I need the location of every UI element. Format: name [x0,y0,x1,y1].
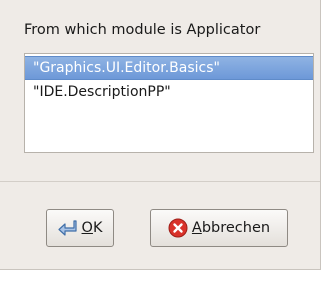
cancel-button[interactable]: Abbrechen [150,209,288,247]
red-x-cancel-icon [168,218,188,238]
list-item[interactable]: "Graphics.UI.Editor.Basics" [25,56,313,80]
list-item[interactable]: "IDE.DescriptionPP" [25,80,313,104]
enter-arrow-icon [57,219,78,237]
ok-button[interactable]: OK [46,209,114,247]
ok-label: OK [81,220,103,236]
button-area-separator [0,181,320,182]
module-choice-dialog: From which module is Applicator "Graphic… [0,0,321,270]
cancel-label: Abbrechen [191,220,271,236]
dialog-prompt: From which module is Applicator [24,22,261,38]
module-listbox[interactable]: "Graphics.UI.Editor.Basics" "IDE.Descrip… [24,53,314,153]
